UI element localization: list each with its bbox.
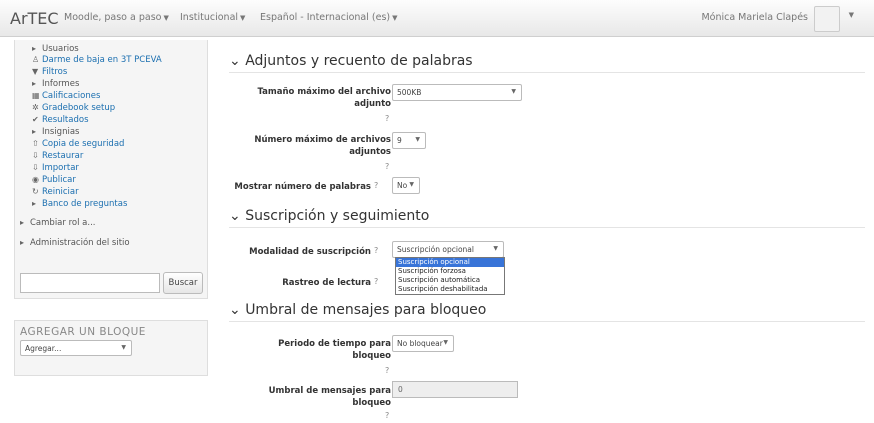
subscription-options-dropdown[interactable]: Suscripción opcional Suscripción forzosa… [395,257,505,295]
triangle-right-icon: ▸ [20,238,25,247]
section-title-adjuntos[interactable]: ⌄ Adjuntos y recuento de palabras [229,53,473,69]
caret-down-icon: ▼ [240,14,246,22]
caret-down-icon: ▼ [493,245,498,252]
caret-down-icon: ▼ [392,14,398,22]
section-collapse-icon: ⌄ [229,302,241,318]
sidebar-item-banco-de-preguntas[interactable]: ▸ Banco de preguntas [32,199,127,209]
help-icon[interactable]: ? [374,246,378,255]
caret-down-icon: ▼ [511,88,516,95]
help-icon[interactable]: ? [385,114,389,123]
filter-icon: ▼ [32,67,39,76]
sidebar-item-importar[interactable]: ⇩ Importar [32,163,79,173]
top-navbar: ArTEC Moodle, paso a paso ▼ Institucional… [0,0,874,37]
triangle-right-icon: ▸ [20,218,25,227]
dropdown-option[interactable]: Suscripción deshabilitada [396,285,504,294]
sidebar-item-filtros[interactable]: ▼ Filtros [32,67,67,77]
sidebar-item-insignias[interactable]: ▸ Insignias [32,127,79,137]
help-icon[interactable]: ? [385,162,389,171]
user-name[interactable]: Mónica Mariela Clapés [701,12,808,23]
block-period-select[interactable]: No bloquear ▼ [392,335,454,352]
nav-menu-language[interactable]: Español - Internacional (es) ▼ [260,12,398,23]
show-word-count-select[interactable]: No ▼ [392,177,420,194]
sidebar-item-calificaciones[interactable]: ▦ Calificaciones [32,91,100,101]
gear-icon: ✲ [32,103,39,112]
section-title-umbral[interactable]: ⌄ Umbral de mensajes para bloqueo [229,302,486,318]
triangle-right-icon: ▸ [32,199,37,208]
caret-down-icon: ▼ [415,136,420,143]
caret-down-icon: ▼ [409,181,414,188]
sidebar-item-administracion-del-sitio[interactable]: ▸ Administración del sitio [20,238,130,248]
section-divider [229,72,865,73]
help-icon[interactable]: ? [374,181,378,190]
sidebar-item-cambiar-rol[interactable]: ▸ Cambiar rol a... [20,218,95,228]
dropdown-option[interactable]: Suscripción automática [396,276,504,285]
section-divider [229,321,865,322]
section-collapse-icon: ⌄ [229,53,241,69]
help-icon[interactable]: ? [385,411,389,420]
dropdown-option[interactable]: Suscripción forzosa [396,267,504,276]
publish-icon: ◉ [32,175,39,184]
admin-search-input[interactable] [20,273,160,293]
triangle-right-icon: ▸ [32,127,37,136]
triangle-right-icon: ▸ [32,44,37,53]
block-period-label: Periodo de tiempo para bloqueo [278,339,391,361]
sidebar-item-publicar[interactable]: ◉ Publicar [32,175,76,185]
triangle-right-icon: ▸ [32,79,37,88]
caret-down-icon: ▼ [163,14,169,22]
max-attachment-size-select[interactable]: 500KB ▼ [392,84,522,101]
subscription-mode-select[interactable]: Suscripción opcional ▼ [392,241,504,258]
nav-menu-institucional[interactable]: Institucional ▼ [180,12,245,23]
import-icon: ⇩ [32,163,39,172]
block-threshold-label: Umbral de mensajes para bloqueo [268,386,391,408]
caret-down-icon: ▼ [121,344,126,351]
max-files-label: Número máximo de archivos adjuntos [254,135,391,157]
search-button[interactable]: Buscar [163,272,203,294]
sidebar-item-informes[interactable]: ▸ Informes [32,79,79,89]
show-word-count-label: Mostrar número de palabras [234,182,371,192]
help-icon[interactable]: ? [385,366,389,375]
read-tracking-label: Rastreo de lectura [282,278,371,288]
dropdown-option[interactable]: Suscripción opcional [396,258,504,267]
user-menu-caret-icon[interactable]: ▼ [849,11,854,19]
sidebar-item-darme-de-baja[interactable]: ♙ Darme de baja en 3T PCEVA [32,55,162,65]
add-block-title: AGREGAR UN BLOQUE [20,326,146,338]
sidebar-item-resultados[interactable]: ✔ Resultados [32,115,89,125]
upload-icon: ⇧ [32,139,39,148]
sidebar-item-restaurar[interactable]: ⇩ Restaurar [32,151,83,161]
user-icon: ♙ [32,55,40,64]
grades-icon: ▦ [32,91,40,100]
help-icon[interactable]: ? [374,277,378,286]
max-attachments-select[interactable]: 9 ▼ [392,132,426,149]
subscription-mode-label: Modalidad de suscripción [249,247,371,257]
block-threshold-input[interactable]: 0 [392,381,518,398]
section-title-suscripcion[interactable]: ⌄ Suscripción y seguimiento [229,208,429,224]
avatar[interactable] [814,6,840,32]
sidebar-item-gradebook-setup[interactable]: ✲ Gradebook setup [32,103,115,113]
site-brand[interactable]: ArTEC [10,9,59,28]
nav-menu-moodle[interactable]: Moodle, paso a paso ▼ [64,12,169,23]
max-size-label: Tamaño máximo del archivo adjunto [257,87,391,109]
reset-icon: ↻ [32,187,39,196]
sidebar-item-usuarios[interactable]: ▸ Usuarios [32,44,79,54]
add-block-select[interactable]: Agregar... ▼ [20,340,132,356]
section-collapse-icon: ⌄ [229,208,241,224]
download-icon: ⇩ [32,151,39,160]
section-divider [229,227,865,228]
sidebar-item-reiniciar[interactable]: ↻ Reiniciar [32,187,79,197]
caret-down-icon: ▼ [443,339,448,346]
sidebar-item-copia-de-seguridad[interactable]: ⇧ Copia de seguridad [32,139,124,149]
check-icon: ✔ [32,115,39,124]
